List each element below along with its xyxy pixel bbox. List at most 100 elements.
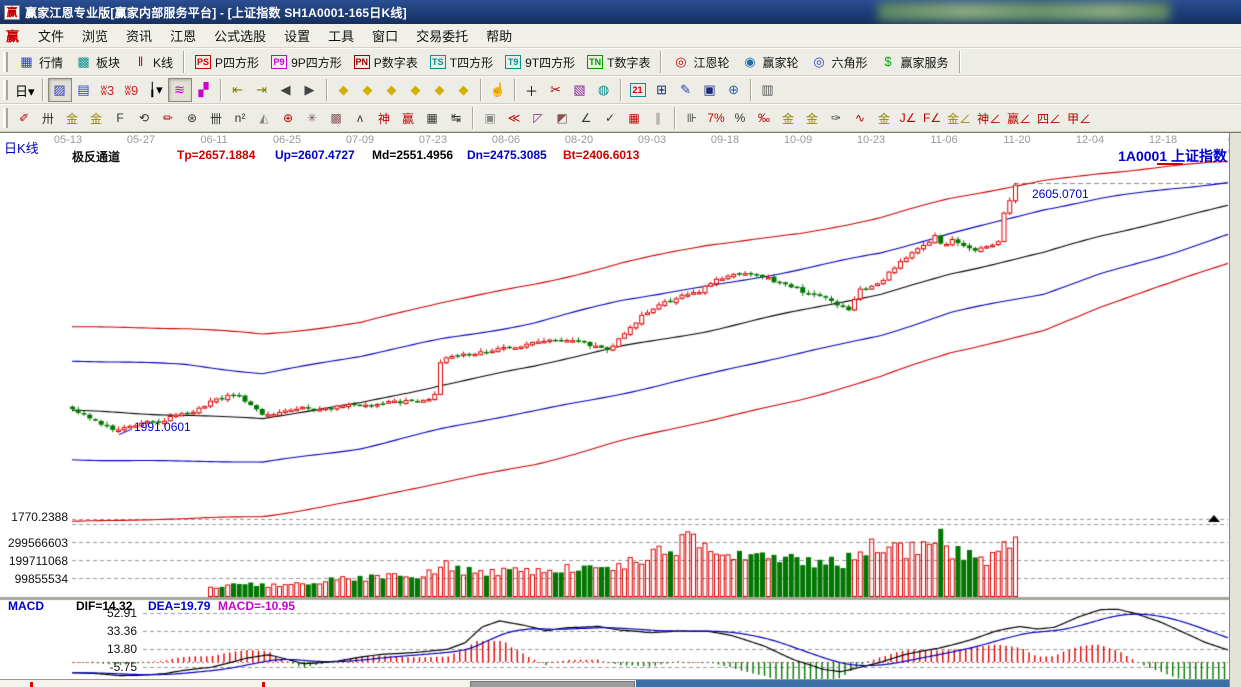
candle-style-dropdown-icon[interactable]: ╽▾: [144, 78, 168, 102]
toolbar-button-t-number-table[interactable]: TNT数字表: [581, 50, 656, 74]
fan-box-icon[interactable]: ◸: [526, 106, 550, 130]
toolbar-button-hexagon[interactable]: ◎六角形: [805, 50, 874, 74]
percent-icon[interactable]: %: [728, 106, 752, 130]
k-mark-icon[interactable]: ʌ: [348, 106, 372, 130]
bars-3-icon[interactable]: ʬ3: [96, 78, 120, 102]
net-download-icon[interactable]: ⊕: [722, 78, 746, 102]
gold-hlines-icon[interactable]: 金: [800, 106, 824, 130]
time-comb-icon[interactable]: 卌: [204, 106, 228, 130]
diamond-v-expand-icon[interactable]: ◆: [428, 78, 452, 102]
j-angle-icon[interactable]: J∠: [896, 106, 920, 130]
target-cross-icon[interactable]: ⊕: [276, 106, 300, 130]
toolbar-button-kline[interactable]: ǁK线: [126, 50, 179, 74]
diamond-h-compress-icon[interactable]: ◆: [404, 78, 428, 102]
horizontal-scrollbar[interactable]: [0, 679, 1229, 687]
crosshair-icon[interactable]: ＋: [520, 78, 544, 102]
save-icon[interactable]: ▣: [698, 78, 722, 102]
radial-web-icon[interactable]: ✳: [300, 106, 324, 130]
calculator-icon[interactable]: ⊞: [650, 78, 674, 102]
menu-item-8[interactable]: 交易委托: [407, 24, 477, 47]
diamond-left-icon[interactable]: ◆: [332, 78, 356, 102]
toolbar-button-gann-wheel[interactable]: ◎江恩轮: [666, 50, 735, 74]
fan-lines-icon[interactable]: ≪: [502, 106, 526, 130]
smart-analysis-icon[interactable]: ◍: [592, 78, 616, 102]
draw-brush-icon[interactable]: ✐: [12, 106, 36, 130]
f-angle-icon[interactable]: F∠: [920, 106, 944, 130]
tool-box-icon[interactable]: ▧: [568, 78, 592, 102]
wave-check-icon[interactable]: ✓: [598, 106, 622, 130]
print-icon[interactable]: ▥: [756, 78, 780, 102]
menu-item-5[interactable]: 设置: [275, 24, 319, 47]
bars-9-icon[interactable]: ʬ9: [120, 78, 144, 102]
si-angle-icon[interactable]: 四∠: [1034, 106, 1064, 130]
web-box-2-icon[interactable]: ◩: [550, 106, 574, 130]
period-day-dropdown-icon[interactable]: 日▾: [12, 78, 38, 102]
gold-ratio-grid-icon[interactable]: 金: [60, 106, 84, 130]
next-page-icon[interactable]: ▶: [298, 78, 322, 102]
toolbar-grip[interactable]: [3, 52, 8, 72]
wave-tool-icon[interactable]: ∿: [848, 106, 872, 130]
gold-line-icon[interactable]: 金: [872, 106, 896, 130]
toolbar-button-winner-wheel[interactable]: ◉赢家轮: [735, 50, 804, 74]
diamond-h-expand-icon[interactable]: ◆: [380, 78, 404, 102]
gold-angle-icon[interactable]: 金∠: [944, 106, 974, 130]
frame-select-icon[interactable]: ▣: [478, 106, 502, 130]
menu-item-0[interactable]: 文件: [29, 24, 73, 47]
gold-ratio-grid-2-icon[interactable]: 金: [84, 106, 108, 130]
info-view-icon[interactable]: ▤: [72, 78, 96, 102]
angle-lines-icon[interactable]: ∠: [574, 106, 598, 130]
prev-page-icon[interactable]: ◀: [274, 78, 298, 102]
diamond-right-icon[interactable]: ◆: [356, 78, 380, 102]
drag-hand-icon[interactable]: ☝: [486, 78, 510, 102]
jia-angle-icon[interactable]: 甲∠: [1064, 106, 1094, 130]
spiral-tool-icon[interactable]: ⟲: [132, 106, 156, 130]
menu-item-3[interactable]: 江恩: [161, 24, 205, 47]
time-grid-icon[interactable]: 卅: [36, 106, 60, 130]
toolbar-grip[interactable]: [3, 108, 8, 128]
menu-item-7[interactable]: 窗口: [363, 24, 407, 47]
menu-item-2[interactable]: 资讯: [117, 24, 161, 47]
mirror-angle-icon[interactable]: ◭: [252, 106, 276, 130]
toolbar-button-sectors[interactable]: ▩板块: [69, 50, 126, 74]
gold-circle-icon[interactable]: 金: [776, 106, 800, 130]
toolbar-button-p-number-table[interactable]: PNP数字表: [348, 50, 424, 74]
ying-angle-icon[interactable]: 赢∠: [1004, 106, 1034, 130]
shen-angle-icon[interactable]: 神∠: [974, 106, 1004, 130]
web-box-icon[interactable]: ▩: [324, 106, 348, 130]
menu-item-1[interactable]: 浏览: [73, 24, 117, 47]
dense-grid-icon[interactable]: ▦: [622, 106, 646, 130]
n-square-icon[interactable]: n²: [228, 106, 252, 130]
ying-grid-icon[interactable]: 赢: [396, 106, 420, 130]
calendar-21-icon[interactable]: 21: [626, 78, 650, 102]
band-view-icon[interactable]: ≋: [168, 78, 192, 102]
scale-column-icon[interactable]: ⊪: [680, 106, 704, 130]
color-histogram-icon[interactable]: ▞: [192, 78, 216, 102]
toolbar-button-t-square[interactable]: TST四方形: [424, 50, 499, 74]
parallel-lines-icon[interactable]: ∥: [646, 106, 670, 130]
first-page-icon[interactable]: ⇤: [226, 78, 250, 102]
toolbar-button-9p-square[interactable]: P99P四方形: [265, 50, 348, 74]
diamond-v-compress-icon[interactable]: ◆: [452, 78, 476, 102]
scrollbar-thumb[interactable]: [470, 681, 635, 687]
number-grid-icon[interactable]: ▦: [420, 106, 444, 130]
toolbar-button-winner-service[interactable]: $赢家服务: [874, 50, 955, 74]
menu-item-4[interactable]: 公式选股: [205, 24, 275, 47]
toolbar-button-p-square[interactable]: PSP四方形: [189, 50, 265, 74]
toolbar-grip[interactable]: [3, 80, 8, 100]
main-layout-toggle-icon[interactable]: ▨: [48, 78, 72, 102]
brush-2-icon[interactable]: ✏: [156, 106, 180, 130]
menu-item-9[interactable]: 帮助: [477, 24, 521, 47]
notes-icon[interactable]: ✎: [674, 78, 698, 102]
seven-percent-icon[interactable]: 7%: [704, 106, 728, 130]
toolbar-button-quotes[interactable]: ▦行情: [12, 50, 69, 74]
shen-grid-icon[interactable]: 神: [372, 106, 396, 130]
menu-item-6[interactable]: 工具: [319, 24, 363, 47]
toolbar-button-9t-square[interactable]: T99T四方形: [499, 50, 581, 74]
circle-cycle-icon[interactable]: ⊛: [180, 106, 204, 130]
fib-grid-icon[interactable]: F: [108, 106, 132, 130]
last-page-icon[interactable]: ⇥: [250, 78, 274, 102]
brush-candle-icon[interactable]: ✑: [824, 106, 848, 130]
measure-tool-icon[interactable]: ✂: [544, 78, 568, 102]
percent-lines-icon[interactable]: ‰: [752, 106, 776, 130]
width-measure-icon[interactable]: ↹: [444, 106, 468, 130]
